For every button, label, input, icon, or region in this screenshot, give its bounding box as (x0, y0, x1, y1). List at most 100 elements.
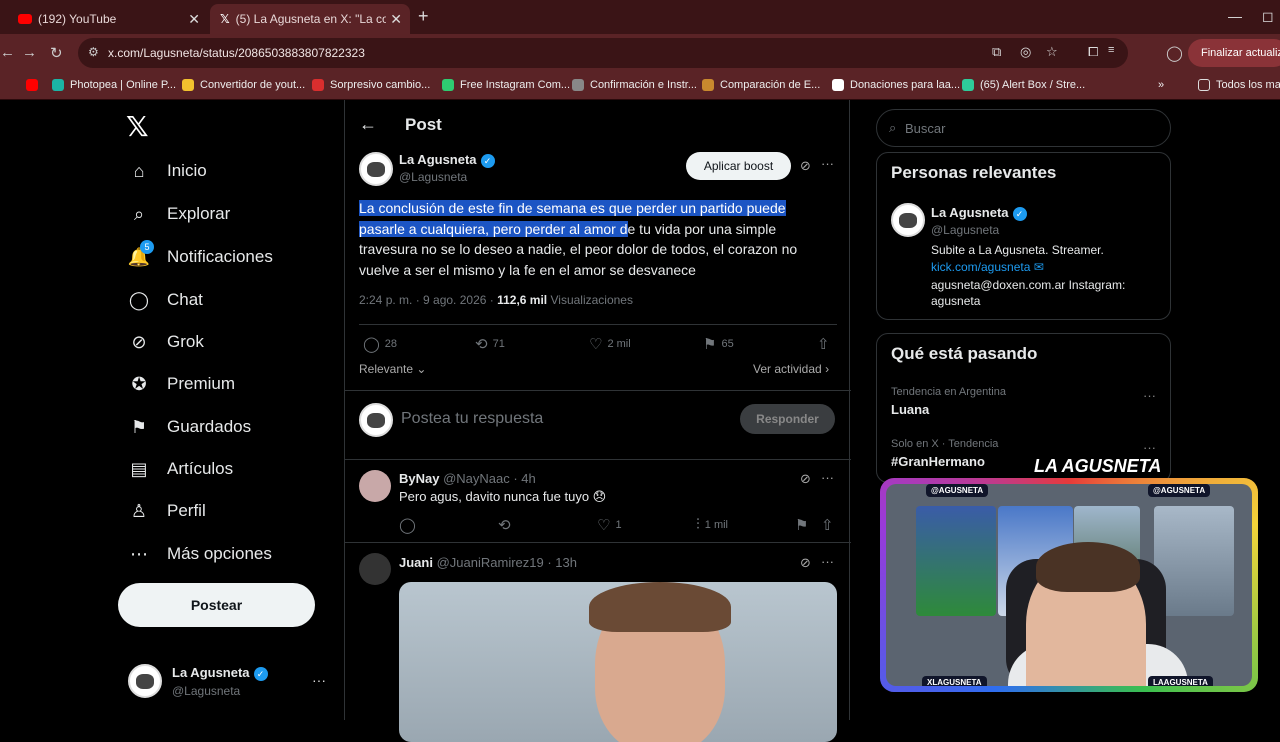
reply-icon: ◯ (363, 336, 380, 353)
extensions-icon[interactable]: ⧠ (1088, 44, 1098, 60)
like-action[interactable]: ♡ 2 mil (589, 335, 631, 353)
tab-x-post[interactable]: 𝕏 (5) La Agusneta en X: "La concl ✕ (210, 4, 410, 34)
site-info-icon[interactable]: ⚙ (88, 45, 99, 59)
more-icon[interactable]: ··· (821, 156, 834, 171)
star-icon[interactable]: ☆ (1046, 44, 1058, 60)
avatar[interactable] (891, 203, 925, 237)
view-activity-link[interactable]: Ver actividad › (753, 362, 829, 376)
forward-icon[interactable]: → (22, 44, 37, 61)
reply-author[interactable]: Juani @JuaniRamirez19 · 13h (399, 555, 577, 570)
post-meta: 2:24 p. m. · 9 ago. 2026 · 112,6 mil Vis… (359, 293, 633, 307)
reply-action[interactable]: ◯ (399, 516, 421, 534)
back-icon[interactable]: ← (0, 44, 15, 61)
heart-icon: ♡ (589, 336, 603, 353)
grok-icon[interactable]: ⊘ (800, 555, 811, 571)
close-tab-icon[interactable]: ✕ (188, 11, 200, 28)
profile-icon[interactable]: ◯ (1166, 44, 1183, 62)
back-arrow-icon[interactable]: ← (359, 114, 377, 135)
nav-item-explorar[interactable]: ⌕ Explorar (128, 203, 230, 225)
person-link[interactable]: kick.com/agusneta ✉ (931, 260, 1044, 274)
reply-button[interactable]: Responder (740, 404, 835, 434)
grok-icon[interactable]: ⊘ (800, 471, 811, 487)
omnibox[interactable]: ⚙ x.com/Lagusneta/status/208650388380782… (78, 38, 1128, 68)
nav-item-notificaciones[interactable]: 🔔 5 Notificaciones (128, 240, 273, 268)
reply-action[interactable]: ◯ 28 (363, 335, 397, 353)
bookmarks-more-icon[interactable]: » (1158, 79, 1164, 91)
reply-input[interactable]: Postea tu respuesta (401, 410, 543, 428)
nav-item-grok[interactable]: ⊘ Grok (128, 331, 203, 353)
account-more-icon[interactable]: ··· (312, 672, 326, 688)
share-action[interactable]: ⇧ (821, 516, 839, 534)
bookmark-item[interactable]: (65) Alert Box / Stre... (962, 79, 1085, 91)
minimize-icon[interactable]: — (1228, 8, 1242, 24)
views-action[interactable]: ⫶ 1 mil (696, 516, 728, 533)
bookmark-item[interactable]: Comparación de E... (702, 79, 820, 91)
repost-action[interactable]: ⟲ (498, 516, 516, 534)
nav-item-articulos[interactable]: ▤ Artículos (128, 458, 233, 480)
sort-relevant[interactable]: Relevante ⌄ (359, 362, 426, 376)
bookmark-item[interactable]: Donaciones para laa... (832, 79, 960, 91)
bookmark-item[interactable]: Convertidor de yout... (182, 79, 305, 91)
nav-item-inicio[interactable]: ⌂ Inicio (128, 160, 207, 182)
nav-item-perfil[interactable]: ♙ Perfil (128, 500, 206, 522)
bell-icon: 🔔 5 (128, 240, 154, 268)
like-action[interactable]: ♡ 1 (597, 516, 622, 534)
more-icon[interactable]: ··· (1143, 388, 1156, 403)
more-icon[interactable]: ··· (821, 554, 834, 569)
overlay-label: XLAGUSNETA (922, 676, 987, 686)
bookmark-favicon-icon (182, 79, 194, 91)
trend-name[interactable]: Luana (891, 402, 929, 417)
bookmark-action[interactable]: ⚑ (795, 516, 813, 534)
nav-item-premium[interactable]: ✪ Premium (128, 373, 235, 395)
nav-item-chat[interactable]: ◯ Chat (128, 289, 203, 311)
bookmark-item[interactable]: Free Instagram Com... (442, 79, 570, 91)
account-switcher[interactable]: La Agusneta ✓ @Lagusneta ··· (128, 662, 338, 708)
post-button[interactable]: Postear (118, 583, 315, 627)
more-icon[interactable]: ··· (821, 470, 834, 485)
avatar[interactable] (359, 152, 393, 186)
grok-icon[interactable]: ⊘ (800, 158, 811, 174)
all-bookmarks[interactable]: Todos los mar (1198, 79, 1280, 91)
url-text[interactable]: x.com/Lagusneta/status/20865038838078223… (108, 46, 365, 60)
person-name[interactable]: La Agusneta ✓ (931, 205, 1027, 221)
update-button[interactable]: Finalizar actualiz (1188, 39, 1280, 67)
mail-icon: ✉ (1033, 260, 1044, 274)
list-item[interactable]: ByNay @NayNaac · 4h Pero agus, davito nu… (345, 460, 851, 543)
trend-subtitle: Solo en X · Tendencia (891, 438, 999, 450)
post-text: La conclusión de este fin de semana es q… (359, 198, 825, 280)
chevron-right-icon: › (825, 362, 830, 376)
page-title: Post (405, 115, 442, 134)
nav-item-guardados[interactable]: ⚑ Guardados (128, 416, 251, 438)
share-action[interactable]: ⇧ (817, 335, 835, 353)
nav-item-mas-opciones[interactable]: ⋯ Más opciones (128, 543, 272, 565)
reply-author[interactable]: ByNay @NayNaac · 4h (399, 471, 536, 486)
reload-icon[interactable]: ↻ (50, 44, 63, 62)
x-logo-icon[interactable]: 𝕏 (126, 110, 149, 143)
reply-image[interactable] (399, 582, 837, 742)
bookmarks-bar: Photopea | Online P... Convertidor de yo… (0, 72, 1280, 100)
repost-action[interactable]: ⟲ 71 (475, 335, 505, 353)
boost-button[interactable]: Aplicar boost (686, 152, 791, 180)
bookmark-action[interactable]: ⚑ 65 (703, 335, 734, 353)
more-icon[interactable]: ··· (1143, 440, 1156, 455)
bookmark-item[interactable]: Confirmación e Instr... (572, 79, 697, 91)
overlay-label: @AGUSNETA (1148, 484, 1211, 497)
eye-off-icon[interactable]: ◎ (1020, 44, 1031, 60)
tab-youtube[interactable]: (192) YouTube ✕ (8, 4, 208, 34)
install-icon[interactable]: ⧉ (992, 44, 1001, 60)
new-tab-icon[interactable]: + (418, 6, 429, 27)
close-tab-icon[interactable]: ✕ (390, 11, 402, 28)
bookmark-item[interactable]: Sorpresivo cambio... (312, 79, 430, 91)
address-row: ← → ↻ ⚙ x.com/Lagusneta/status/208650388… (0, 34, 1280, 72)
webcam-overlay: @AGUSNETA @AGUSNETA XLAGUSNETA LAAGUSNET… (880, 478, 1258, 692)
author-handle[interactable]: @Lagusneta (399, 170, 467, 184)
main-column: ← Post La Agusneta ✓ @Lagusneta Aplicar b… (344, 100, 851, 742)
youtube-bookmark-icon[interactable] (26, 79, 38, 91)
trend-name[interactable]: #GranHermano (891, 454, 985, 469)
author-name[interactable]: La Agusneta ✓ (399, 152, 495, 168)
maximize-icon[interactable]: ◻ (1262, 8, 1274, 25)
media-icon[interactable]: ≡ (1108, 44, 1114, 56)
bookmark-item[interactable]: Photopea | Online P... (52, 79, 176, 91)
streamer-hair-photo (1036, 542, 1140, 592)
search-input[interactable]: ⌕ Buscar (876, 109, 1171, 147)
